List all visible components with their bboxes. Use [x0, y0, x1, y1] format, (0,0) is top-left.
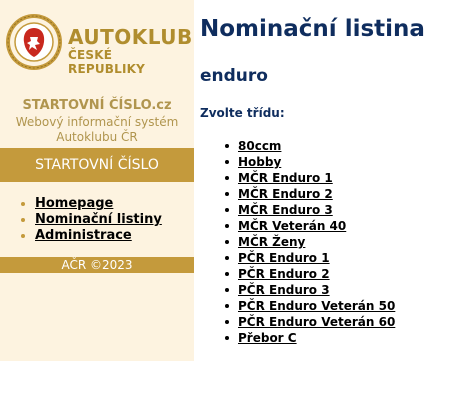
class-link[interactable]: 80ccm — [238, 139, 281, 153]
logo-wordmark: AUTOKLUB ČESKÉ REPUBLIKY — [68, 26, 193, 76]
sidebar-footer: AČR ©2023 — [0, 257, 194, 273]
autoklub-logo[interactable]: AUTOKLUB ČESKÉ REPUBLIKY — [4, 4, 193, 80]
class-link[interactable]: MČR Enduro 2 — [238, 187, 333, 201]
autoklub-seal-icon — [6, 14, 62, 70]
class-link[interactable]: PČR Enduro 3 — [238, 283, 330, 297]
class-link[interactable]: PČR Enduro Veterán 50 — [238, 299, 395, 313]
list-item: PČR Enduro 3 — [224, 282, 395, 298]
list-item: MČR Enduro 1 — [224, 170, 395, 186]
logo-line-1: AUTOKLUB — [68, 25, 193, 49]
list-item: MČR Ženy — [224, 234, 395, 250]
list-item: PČR Enduro 2 — [224, 266, 395, 282]
site-description: Webový informační systém Autoklubu ČR — [15, 115, 179, 144]
nav-item-administrace: Administrace — [20, 228, 162, 244]
list-item: PČR Enduro Veterán 50 — [224, 298, 395, 314]
class-link[interactable]: PČR Enduro 1 — [238, 251, 330, 265]
class-link[interactable]: MČR Enduro 1 — [238, 171, 333, 185]
class-link[interactable]: Hobby — [238, 155, 281, 169]
class-link[interactable]: MČR Veterán 40 — [238, 219, 346, 233]
list-item: Hobby — [224, 154, 395, 170]
class-link[interactable]: MČR Ženy — [238, 235, 305, 249]
list-item: PČR Enduro Veterán 60 — [224, 314, 395, 330]
section-title: STARTOVNÍ ČÍSLO — [0, 148, 194, 182]
list-item: MČR Veterán 40 — [224, 218, 395, 234]
list-item: MČR Enduro 3 — [224, 202, 395, 218]
sidebar-nav: Homepage Nominační listiny Administrace — [20, 196, 162, 244]
list-item: PČR Enduro 1 — [224, 250, 395, 266]
class-link[interactable]: MČR Enduro 3 — [238, 203, 333, 217]
nav-item-homepage: Homepage — [20, 196, 162, 212]
class-link[interactable]: PČR Enduro Veterán 60 — [238, 315, 395, 329]
site-name: STARTOVNÍ ČÍSLO.cz — [22, 98, 172, 113]
class-link[interactable]: PČR Enduro 2 — [238, 267, 330, 281]
choose-class-label: Zvolte třídu: — [200, 106, 285, 120]
list-item: MČR Enduro 2 — [224, 186, 395, 202]
sidebar: AUTOKLUB ČESKÉ REPUBLIKY STARTOVNÍ ČÍSLO… — [0, 0, 194, 361]
nav-item-nominacni-listiny: Nominační listiny — [20, 212, 162, 228]
class-link[interactable]: Přebor C — [238, 331, 297, 345]
page-subtitle: enduro — [200, 66, 268, 86]
list-item: 80ccm — [224, 138, 395, 154]
page-title: Nominační listina — [200, 16, 425, 42]
list-item: Přebor C — [224, 330, 395, 346]
nav-link-administrace[interactable]: Administrace — [35, 228, 132, 243]
class-list: 80ccm Hobby MČR Enduro 1 MČR Enduro 2 MČ… — [224, 138, 395, 346]
nav-link-nominacni-listiny[interactable]: Nominační listiny — [35, 212, 162, 227]
nav-link-homepage[interactable]: Homepage — [35, 196, 113, 211]
logo-line-2: ČESKÉ REPUBLIKY — [68, 48, 146, 76]
